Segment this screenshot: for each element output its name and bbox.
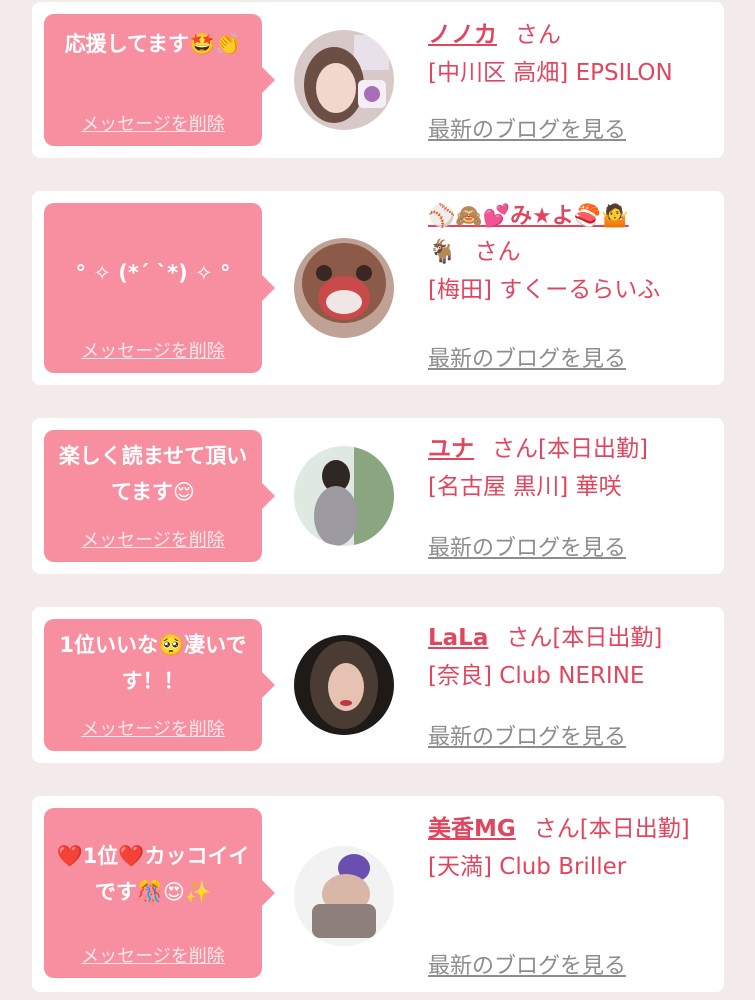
latest-blog-link[interactable]: 最新のブログを見る bbox=[428, 719, 626, 751]
avatar-photo bbox=[294, 446, 394, 546]
shop-text: [天満] Club Briller bbox=[428, 854, 627, 880]
shop-text: [中川区 高畑] EPSILON bbox=[428, 60, 673, 86]
message-bubble: ° ✧ (*´ `*) ✧ ° メッセージを削除 bbox=[44, 203, 275, 373]
cast-name-link[interactable]: ユナ bbox=[428, 436, 474, 462]
honorific: さん bbox=[533, 816, 580, 842]
cast-name-line: LaLa さん[本日出勤] bbox=[428, 619, 714, 657]
shop-text: [名古屋 黒川] 華咲 bbox=[428, 474, 622, 500]
message-bubble: 楽しく読ませて頂いてます😌 メッセージを削除 bbox=[44, 430, 275, 562]
delete-message-link[interactable]: メッセージを削除 bbox=[44, 337, 262, 363]
message-text: ❤️1位❤️カッコイイです🎊😍✨ bbox=[56, 844, 250, 904]
message-card: 1位いいな🥺凄いです！！ メッセージを削除 LaLa さん[本日出勤] [奈良] … bbox=[32, 607, 724, 763]
message-text: 1位いいな🥺凄いです！！ bbox=[59, 633, 247, 693]
delete-message-link[interactable]: メッセージを削除 bbox=[44, 942, 262, 968]
shop-text: [奈良] Club NERINE bbox=[428, 663, 645, 689]
honorific: さん bbox=[515, 22, 561, 48]
cast-name-line: ユナ さん[本日出勤] bbox=[428, 430, 714, 468]
avatar-photo bbox=[294, 238, 394, 338]
avatar-photo bbox=[294, 846, 394, 946]
avatar[interactable] bbox=[294, 238, 394, 338]
message-bubble: 1位いいな🥺凄いです！！ メッセージを削除 bbox=[44, 619, 275, 751]
cast-info: LaLa さん[本日出勤] [奈良] Club NERINE bbox=[428, 619, 714, 695]
delete-message-link[interactable]: メッセージを削除 bbox=[44, 715, 262, 741]
cast-info: ⚾🙈💕み★よ🍣🤷 🐐 さん [梅田] すくーるらいふ bbox=[428, 201, 714, 309]
latest-blog-link[interactable]: 最新のブログを見る bbox=[428, 112, 626, 144]
cast-info: ユナ さん[本日出勤] [名古屋 黒川] 華咲 bbox=[428, 430, 714, 506]
cast-name-link[interactable]: ノノカ bbox=[428, 22, 497, 48]
delete-message-link[interactable]: メッセージを削除 bbox=[44, 110, 262, 136]
shop-text: [梅田] すくーるらいふ bbox=[428, 277, 661, 303]
avatar[interactable] bbox=[294, 635, 394, 735]
cast-name-link[interactable]: ⚾🙈💕み★よ🍣🤷 bbox=[428, 204, 629, 229]
message-card: 楽しく読ませて頂いてます😌 メッセージを削除 ユナ さん[本日出勤] [名古屋 黒… bbox=[32, 418, 724, 574]
avatar[interactable] bbox=[294, 846, 394, 946]
cast-name-line: ノノカ さん bbox=[428, 16, 714, 54]
avatar-photo bbox=[294, 30, 394, 130]
cast-name-line: 美香MG さん[本日出勤] bbox=[428, 810, 714, 848]
avatar-photo bbox=[294, 635, 394, 735]
status-text: [本日出勤] bbox=[579, 816, 690, 842]
avatar[interactable] bbox=[294, 30, 394, 130]
cast-name-cont: 🐐 bbox=[428, 239, 457, 265]
honorific: さん bbox=[474, 239, 521, 265]
honorific: さん bbox=[506, 625, 553, 651]
honorific: さん bbox=[492, 436, 538, 462]
latest-blog-link[interactable]: 最新のブログを見る bbox=[428, 948, 626, 980]
message-text: 楽しく読ませて頂いてます😌 bbox=[58, 444, 248, 504]
message-bubble: 応援してます🤩👏 メッセージを削除 bbox=[44, 14, 275, 146]
message-card: 応援してます🤩👏 メッセージを削除 ノノカ さん [中川区 高畑] EPSILON… bbox=[32, 2, 724, 158]
delete-message-link[interactable]: メッセージを削除 bbox=[44, 526, 262, 552]
cast-info: 美香MG さん[本日出勤] [天満] Club Briller bbox=[428, 810, 714, 886]
latest-blog-link[interactable]: 最新のブログを見る bbox=[428, 530, 626, 562]
cast-name-line-cont: 🐐 さん bbox=[428, 233, 714, 271]
avatar[interactable] bbox=[294, 446, 394, 546]
status-text: [本日出勤] bbox=[552, 625, 663, 651]
cast-info: ノノカ さん [中川区 高畑] EPSILON bbox=[428, 16, 714, 92]
cast-name-link[interactable]: 美香MG bbox=[428, 816, 516, 842]
message-card: ❤️1位❤️カッコイイです🎊😍✨ メッセージを削除 美香MG さん[本日出勤] [… bbox=[32, 796, 724, 992]
message-bubble: ❤️1位❤️カッコイイです🎊😍✨ メッセージを削除 bbox=[44, 808, 275, 978]
cast-name-line: ⚾🙈💕み★よ🍣🤷 bbox=[428, 201, 714, 233]
cast-name-link[interactable]: LaLa bbox=[428, 625, 488, 651]
message-card: ° ✧ (*´ `*) ✧ ° メッセージを削除 ⚾🙈💕み★よ🍣🤷 🐐 さん [梅… bbox=[32, 191, 724, 385]
latest-blog-link[interactable]: 最新のブログを見る bbox=[428, 341, 626, 373]
status-text: [本日出勤] bbox=[538, 436, 648, 462]
message-text: 応援してます🤩👏 bbox=[64, 32, 242, 56]
message-text: ° ✧ (*´ `*) ✧ ° bbox=[75, 261, 231, 285]
